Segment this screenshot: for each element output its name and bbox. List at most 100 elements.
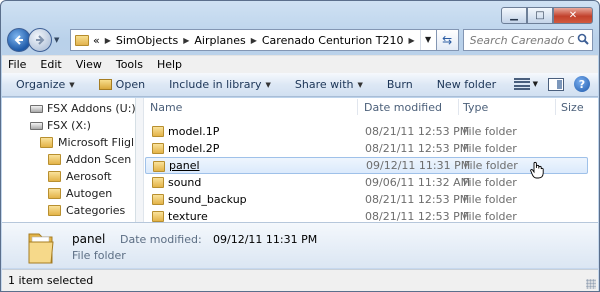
search-icon[interactable]: [574, 33, 592, 48]
tree-item-label: Autogen: [66, 187, 113, 200]
column-header-name[interactable]: Name: [150, 101, 182, 114]
address-bar[interactable]: « ▶ SimObjects ▶ Airplanes ▶ Carenado Ce…: [70, 29, 437, 51]
tree-item-label: Addon Scen: [66, 153, 132, 166]
file-row[interactable]: model.1P 08/21/11 12:53 PM File folder: [145, 123, 588, 140]
file-date: 08/21/11 12:53 PM: [365, 142, 470, 155]
file-type: File folder: [463, 142, 517, 155]
new-folder-button[interactable]: New folder: [437, 78, 496, 91]
back-arrow-icon: [14, 35, 23, 45]
chevron-right-icon[interactable]: ▶: [408, 36, 414, 45]
burn-button[interactable]: Burn: [387, 78, 413, 91]
open-label: Open: [115, 78, 146, 91]
file-name: sound: [168, 176, 202, 189]
address-dropdown[interactable]: ▼: [419, 30, 436, 50]
command-bar: Organize ▼ Open Include in library ▼ Sha…: [2, 73, 598, 97]
refresh-button[interactable]: ⇆: [436, 29, 459, 51]
tree-item-fsx-addons[interactable]: FSX Addons (U:): [30, 102, 136, 115]
folder-icon: [48, 205, 61, 216]
details-modified-label: Date modified:: [120, 233, 202, 246]
file-row[interactable]: sound 09/06/11 11:32 AM File folder: [145, 174, 588, 191]
refresh-icon: ⇆: [442, 33, 453, 47]
folder-icon: [48, 188, 61, 199]
pane-splitter[interactable]: [136, 98, 144, 222]
breadcrumb-overflow[interactable]: «: [93, 34, 100, 47]
column-divider[interactable]: [357, 99, 358, 115]
chevron-down-icon: ▼: [357, 80, 363, 89]
resize-grip-icon[interactable]: [586, 279, 596, 289]
search-input[interactable]: Search Carenado Centurion T210: [470, 34, 574, 47]
recent-pages-dropdown[interactable]: ▼: [54, 36, 66, 44]
breadcrumb-simobjects[interactable]: SimObjects: [116, 34, 178, 47]
tree-item-microsoft-flight[interactable]: Microsoft Fligl: [40, 136, 134, 149]
share-with-button[interactable]: Share with ▼: [295, 78, 363, 91]
tree-item-autogen[interactable]: Autogen: [48, 187, 112, 200]
file-row[interactable]: sound_backup 08/21/11 12:53 PM File fold…: [145, 191, 588, 208]
explorer-window: ▁ □ ✕ ▼ « ▶ SimObjects ▶ Airplanes ▶ Car…: [0, 0, 600, 292]
chevron-right-icon[interactable]: ▶: [251, 36, 257, 45]
chevron-right-icon[interactable]: ▶: [105, 36, 111, 45]
menu-help[interactable]: Help: [157, 58, 182, 71]
breadcrumb-carenado[interactable]: Carenado Centurion T210: [262, 34, 404, 47]
open-button[interactable]: Open: [98, 78, 146, 91]
file-date: 09/06/11 11:32 AM: [365, 176, 471, 189]
file-date: 08/21/11 12:53 PM: [365, 193, 470, 206]
file-row-selected[interactable]: panel 09/12/11 11:31 PM File folder: [145, 157, 588, 174]
folder-icon: [48, 154, 61, 165]
maximize-button[interactable]: □: [527, 7, 553, 24]
tree-item-label: FSX Addons (U:): [47, 102, 136, 115]
drive-icon: [30, 121, 43, 130]
tree-item-label: FSX (X:): [47, 119, 91, 132]
organize-label: Organize: [16, 78, 66, 91]
close-button[interactable]: ✕: [553, 7, 593, 24]
navigation-bar: ▼ « ▶ SimObjects ▶ Airplanes ▶ Carenado …: [7, 27, 593, 53]
tree-item-aerosoft[interactable]: Aerosoft: [48, 170, 112, 183]
file-type: File folder: [463, 176, 517, 189]
folder-icon: [75, 34, 89, 46]
search-box[interactable]: Search Carenado Centurion T210: [462, 29, 593, 51]
open-folder-icon: [98, 79, 112, 90]
forward-button[interactable]: [28, 28, 52, 52]
minimize-button[interactable]: ▁: [501, 7, 527, 24]
column-header-date-modified[interactable]: Date modified: [364, 101, 442, 114]
tree-item-label: Aerosoft: [66, 170, 112, 183]
column-header-size[interactable]: Size: [561, 101, 584, 114]
file-list: Name Date modified Type Size model.1P 08…: [145, 98, 598, 223]
change-view-button[interactable]: ▼: [513, 77, 538, 91]
menu-edit[interactable]: Edit: [40, 58, 61, 71]
file-name: model.1P: [168, 125, 220, 138]
folder-icon: [153, 161, 165, 172]
folder-icon: [152, 126, 164, 137]
file-name: model.2P: [168, 142, 220, 155]
organize-button[interactable]: Organize ▼: [16, 78, 75, 91]
breadcrumb-airplanes[interactable]: Airplanes: [194, 34, 245, 47]
folder-icon: [152, 143, 164, 154]
preview-pane-icon[interactable]: [548, 77, 564, 91]
details-type: File folder: [72, 249, 126, 262]
column-header-type[interactable]: Type: [463, 101, 488, 114]
file-row[interactable]: model.2P 08/21/11 12:53 PM File folder: [145, 140, 588, 157]
tree-item-categories[interactable]: Categories: [48, 204, 125, 217]
burn-label: Burn: [386, 78, 413, 91]
tree-item-label: Microsoft Fligl: [58, 136, 135, 149]
command-bar-right: ▼ ?: [513, 76, 590, 92]
chevron-down-icon: ▼: [532, 80, 538, 88]
share-with-label: Share with: [294, 78, 354, 91]
navigation-pane[interactable]: FSX Addons (U:) FSX (X:) Microsoft Fligl…: [2, 98, 136, 222]
caption-buttons: ▁ □ ✕: [501, 7, 593, 24]
include-in-library-button[interactable]: Include in library ▼: [169, 78, 271, 91]
folder-icon: [152, 177, 164, 188]
menu-tools[interactable]: Tools: [116, 58, 143, 71]
menu-file[interactable]: File: [8, 58, 26, 71]
help-icon[interactable]: ?: [574, 76, 590, 92]
tree-item-addon-scenery[interactable]: Addon Scen: [48, 153, 131, 166]
column-divider[interactable]: [458, 99, 459, 115]
chevron-right-icon[interactable]: ▶: [183, 36, 189, 45]
views-icon: [513, 77, 530, 91]
file-date: 09/12/11 11:31 PM: [366, 159, 471, 172]
tree-item-fsx[interactable]: FSX (X:): [30, 119, 91, 132]
menu-view[interactable]: View: [76, 58, 102, 71]
tree-item-label: Categories: [66, 204, 126, 217]
column-divider[interactable]: [555, 99, 556, 115]
file-type: File folder: [463, 193, 517, 206]
file-type: File folder: [464, 159, 518, 172]
